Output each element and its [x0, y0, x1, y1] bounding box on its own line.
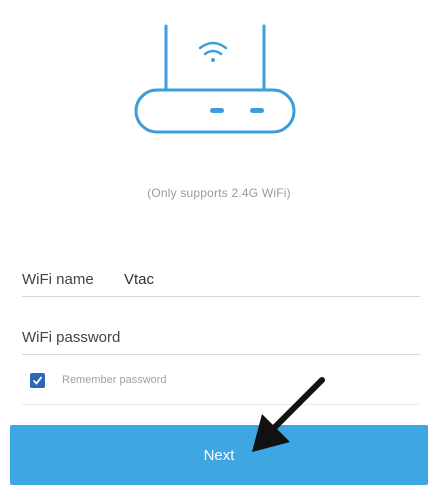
wifi-name-label: WiFi name	[22, 271, 94, 288]
router-icon	[128, 18, 308, 143]
wifi-password-field[interactable]: WiFi password	[22, 314, 420, 355]
divider	[22, 404, 420, 405]
wifi-name-input[interactable]: Vtac	[124, 271, 154, 288]
wifi-password-label: WiFi password	[22, 329, 121, 346]
wifi-icon	[198, 41, 228, 62]
remember-password-label: Remember password	[62, 374, 167, 386]
remember-password-row[interactable]: Remember password	[30, 370, 167, 390]
remember-password-checkbox[interactable]	[30, 372, 45, 388]
next-button[interactable]: Next	[10, 425, 428, 485]
wifi-support-hint: (Only supports 2.4G WiFi)	[147, 186, 291, 200]
check-icon	[32, 375, 43, 385]
wifi-name-field[interactable]: WiFi name Vtac	[22, 256, 420, 297]
